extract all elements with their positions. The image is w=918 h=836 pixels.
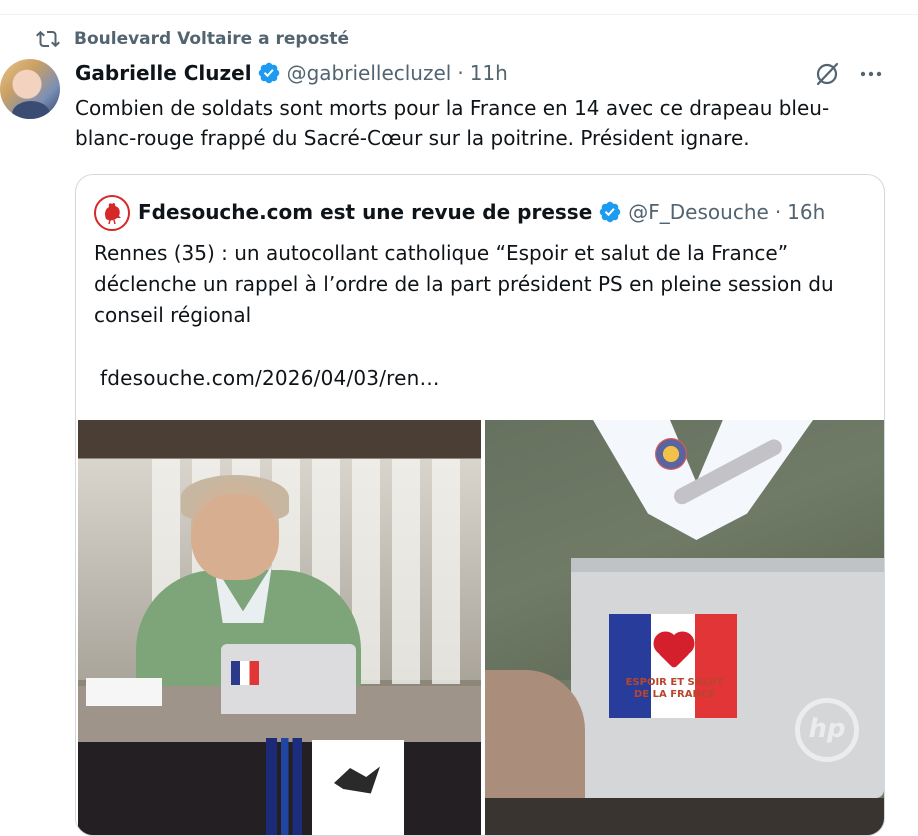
- quoted-tweet-card[interactable]: Fdesouche.com est une revue de presse @F…: [75, 174, 885, 836]
- sacred-heart-icon: [657, 635, 692, 669]
- meta-separator: ·: [774, 200, 782, 224]
- photo-flags: [266, 738, 302, 835]
- author-avatar[interactable]: [0, 59, 60, 119]
- verified-badge-icon[interactable]: [257, 61, 281, 85]
- sticker-caption: ESPOIR ET SALUT DE LA FRANCE: [625, 677, 724, 700]
- verified-badge-icon[interactable]: [598, 200, 622, 224]
- repost-context[interactable]: Boulevard Voltaire a reposté: [36, 27, 349, 51]
- post-time[interactable]: 11h: [470, 61, 508, 85]
- author-handle[interactable]: @gabriellecluzel: [287, 61, 452, 85]
- quoted-author-avatar[interactable]: [94, 195, 130, 231]
- media-photo-sticker-closeup[interactable]: ESPOIR ET SALUT DE LA FRANCE hp: [485, 420, 884, 835]
- photo-slat: [432, 459, 460, 684]
- timeline-divider: [0, 14, 918, 15]
- repost-label: Boulevard Voltaire a reposté: [74, 29, 350, 49]
- quoted-author-row: Fdesouche.com est une revue de presse @F…: [138, 197, 825, 227]
- media-photo-council[interactable]: [78, 420, 481, 835]
- photo-flag-sticker: [609, 614, 737, 718]
- quoted-author-handle[interactable]: @F_Desouche: [628, 200, 769, 224]
- photo-laptop-edge: [571, 558, 884, 572]
- photo-nameplate: [86, 678, 162, 706]
- author-name[interactable]: Gabrielle Cluzel: [75, 61, 252, 85]
- photo-desk-edge: [485, 798, 884, 835]
- rooster-logo-icon: [105, 203, 121, 225]
- photo-slat: [392, 459, 420, 684]
- flag-white-band: [651, 614, 695, 718]
- photo-brooch: [655, 438, 687, 470]
- meta-separator: ·: [457, 61, 464, 85]
- hp-logo: hp: [795, 698, 859, 762]
- author-row: Gabrielle Cluzel @gabriellecluzel · 11h: [75, 58, 508, 88]
- photo-sticker: [231, 661, 259, 685]
- tweet-text: Combien de soldats sont morts pour la Fr…: [75, 96, 830, 150]
- photo-person-head: [191, 482, 279, 580]
- quoted-link[interactable]: fdesouche.com/2026/04/03/ren…: [100, 366, 440, 390]
- flag-blue-band: [609, 614, 652, 718]
- quoted-author-name[interactable]: Fdesouche.com est une revue de presse: [138, 200, 592, 224]
- flag-red-band: [694, 614, 737, 718]
- repost-icon: [36, 30, 60, 48]
- grok-icon[interactable]: [814, 61, 840, 87]
- quoted-post-time[interactable]: 16h: [787, 200, 825, 224]
- more-icon[interactable]: [858, 66, 884, 82]
- quoted-tweet-text: Rennes (35) : un autocollant catholique …: [94, 241, 834, 327]
